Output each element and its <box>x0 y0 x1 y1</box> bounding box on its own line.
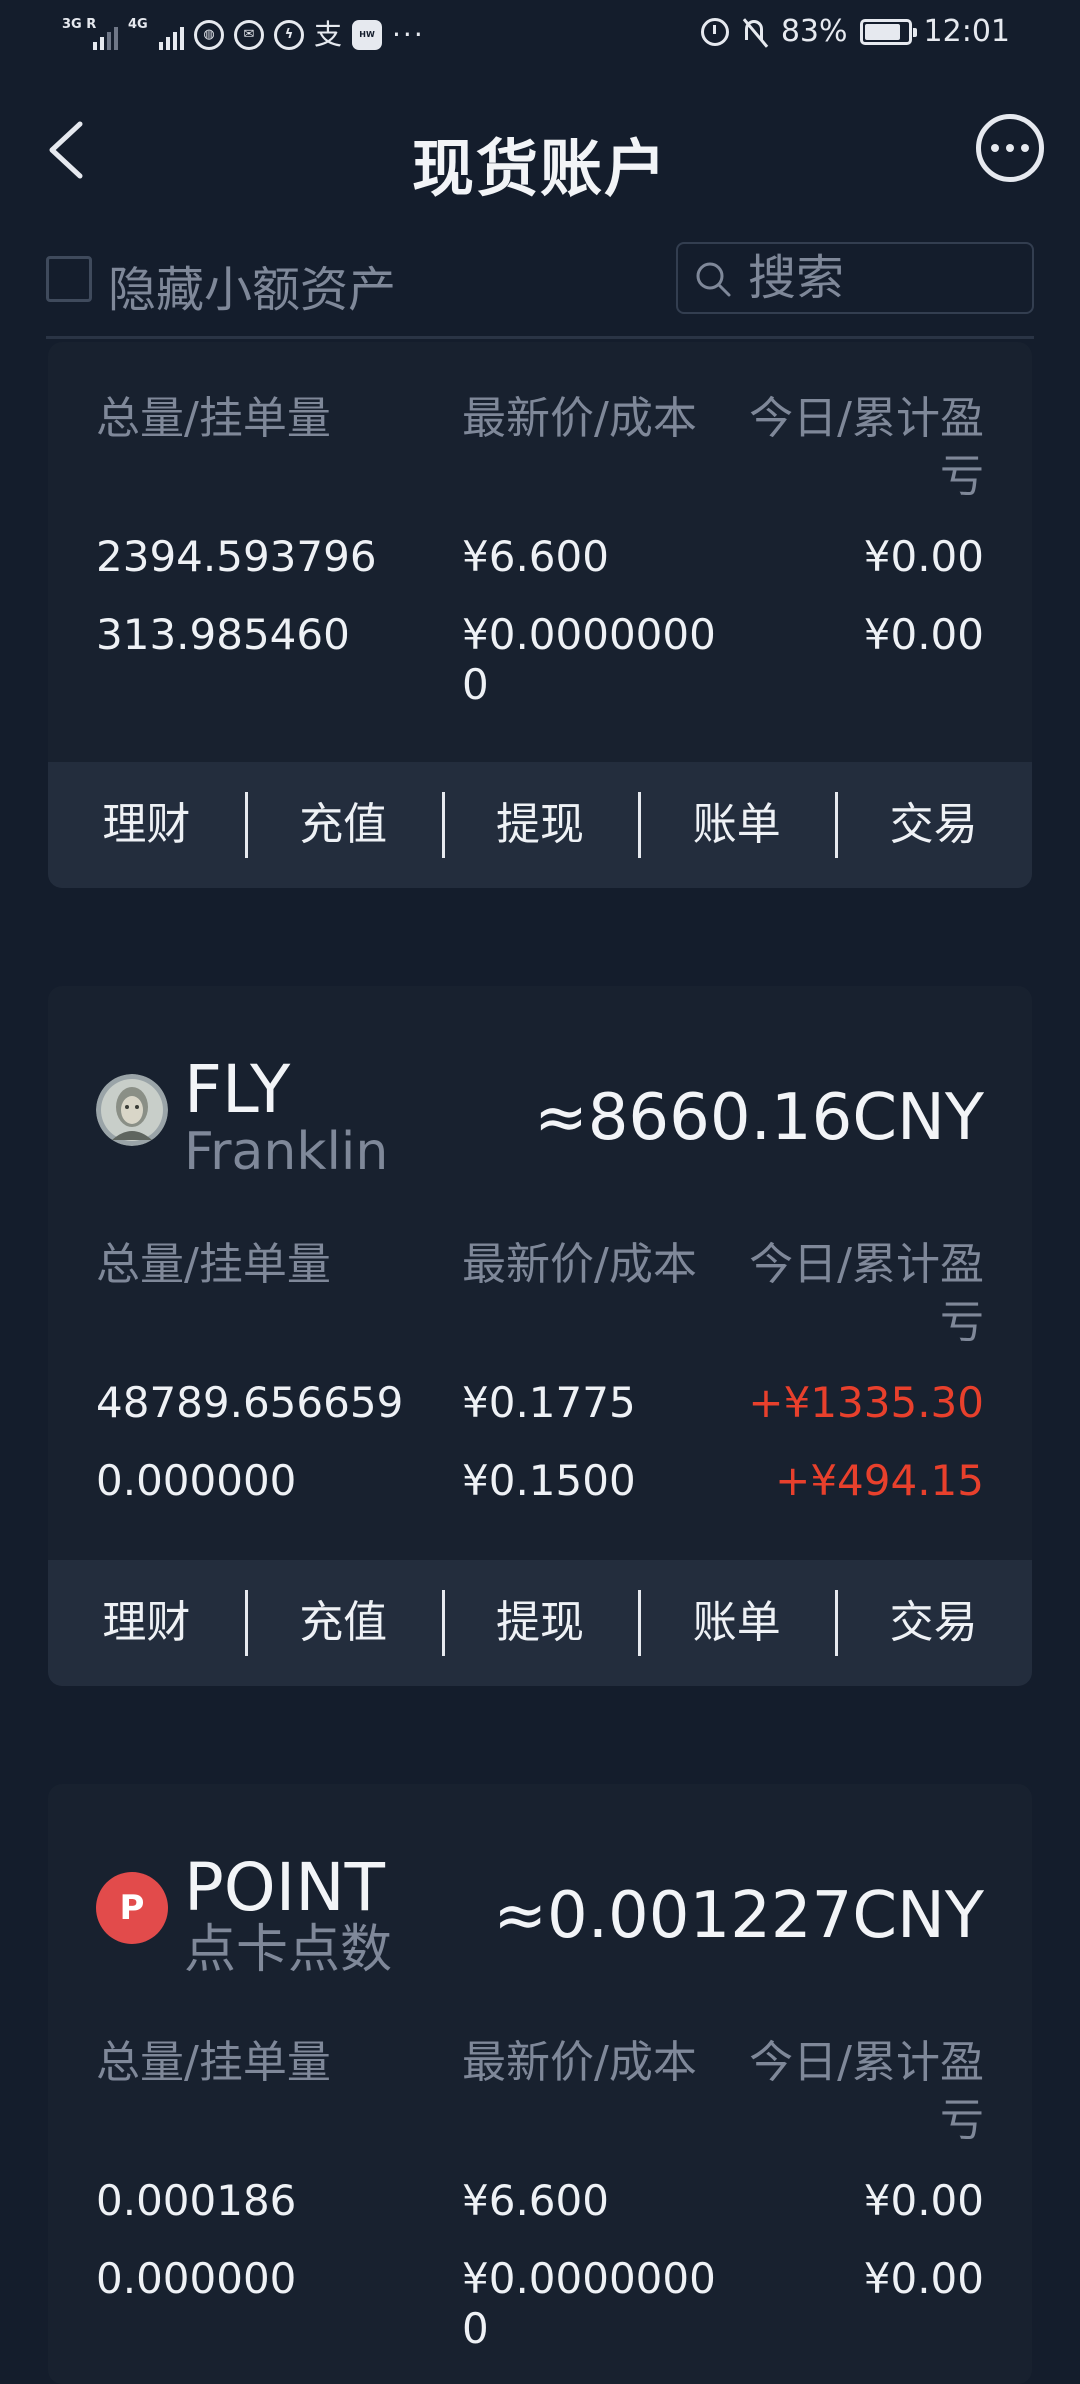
deposit-button[interactable]: 充值 <box>244 1590 442 1656</box>
price-latest: ¥0.1775 <box>462 1378 636 1427</box>
more-options-icon[interactable] <box>976 114 1044 182</box>
asset-header: FLY Franklin ≈8660.16CNY <box>96 1050 984 1182</box>
coin-name: Franklin <box>184 1122 389 1182</box>
header: 现货账户 <box>0 96 1080 206</box>
wealth-button[interactable]: 理财 <box>48 1590 245 1656</box>
search-box[interactable] <box>676 242 1034 314</box>
price-latest: ¥6.600 <box>462 2176 609 2225</box>
network-type-1: 3G R <box>62 17 97 32</box>
search-icon <box>696 262 731 297</box>
alipay-app-icon: 支 <box>314 18 343 51</box>
pnl-today: ¥0.00 <box>863 532 984 581</box>
coin-cny-value: ≈8660.16CNY <box>534 1081 984 1155</box>
column-header-amount: 总量/挂单量 <box>96 393 331 444</box>
action-bar: 理财 充值 提现 账单 交易 <box>48 762 1032 888</box>
amount-pending: 0.000000 <box>96 1456 297 1505</box>
asset-card: 总量/挂单量 最新价/成本 今日/累计盈亏 2394.593796 ¥6.600… <box>48 342 1032 888</box>
price-cost: ¥0.00000000 <box>462 2254 716 2353</box>
column-header-price: 最新价/成本 <box>462 2037 697 2088</box>
huawei-app-icon: HW <box>352 20 383 50</box>
network-type-2: 4G <box>128 17 148 32</box>
asset-header: P POINT 点卡点数 ≈0.001227CNY <box>96 1848 984 1980</box>
search-input[interactable] <box>748 246 1018 310</box>
coin-symbol: FLY <box>184 1051 291 1128</box>
battery-percent: 83% <box>780 14 848 49</box>
status-right: 83% 12:01 <box>700 14 1010 49</box>
price-latest: ¥6.600 <box>462 532 609 581</box>
pnl-total: +¥494.15 <box>775 1456 984 1505</box>
action-bar: 理财 充值 提现 账单 交易 <box>48 1560 1032 1686</box>
pnl-today: +¥1335.30 <box>748 1378 984 1427</box>
alarm-icon <box>700 17 729 46</box>
amount-total: 48789.656659 <box>96 1378 404 1427</box>
column-header-pnl: 今日/累计盈亏 <box>749 2037 984 2146</box>
withdraw-button[interactable]: 提现 <box>441 1590 639 1656</box>
signal-4g-icon: 4G <box>128 18 184 52</box>
column-header-price: 最新价/成本 <box>462 1239 697 1290</box>
amount-total: 2394.593796 <box>96 532 377 581</box>
deposit-button[interactable]: 充值 <box>244 792 442 858</box>
mute-bell-icon <box>741 17 769 47</box>
bills-button[interactable]: 账单 <box>638 792 835 858</box>
amount-pending: 0.000000 <box>96 2254 297 2303</box>
amount-total: 0.000186 <box>96 2176 297 2225</box>
coin-symbol: POINT <box>184 1849 385 1926</box>
asset-card-point[interactable]: P POINT 点卡点数 ≈0.001227CNY 总量/挂单量 最新价/成本 … <box>48 1784 1032 2384</box>
filter-divider <box>46 336 1034 339</box>
price-cost: ¥0.00000000 <box>462 610 716 709</box>
more-notifications-icon: ··· <box>392 18 425 51</box>
status-left: 3G R 4G ◍ ✉ ϟ 支 HW ··· <box>62 18 425 52</box>
page-title: 现货账户 <box>411 132 668 205</box>
messenger-app-icon: ϟ <box>274 20 304 50</box>
pnl-total: ¥0.00 <box>863 2254 984 2303</box>
asset-card-fly[interactable]: FLY Franklin ≈8660.16CNY 总量/挂单量 最新价/成本 今… <box>48 986 1032 1686</box>
bills-button[interactable]: 账单 <box>638 1590 835 1656</box>
column-header-pnl: 今日/累计盈亏 <box>749 393 984 502</box>
coin-name: 点卡点数 <box>184 1920 393 1980</box>
wechat-app-icon: ✉ <box>234 20 264 50</box>
franklin-coin-icon <box>96 1074 168 1146</box>
coin-cny-value: ≈0.001227CNY <box>493 1879 984 1953</box>
hide-small-assets-checkbox[interactable] <box>46 256 92 302</box>
column-header-pnl: 今日/累计盈亏 <box>749 1239 984 1348</box>
price-cost: ¥0.1500 <box>462 1456 636 1505</box>
hide-small-assets-label[interactable]: 隐藏小额资产 <box>108 250 396 320</box>
column-header-amount: 总量/挂单量 <box>96 1239 331 1290</box>
withdraw-button[interactable]: 提现 <box>441 792 639 858</box>
battery-icon <box>859 18 917 45</box>
status-time: 12:01 <box>923 14 1010 49</box>
battery-level <box>864 23 900 40</box>
wealth-button[interactable]: 理财 <box>48 792 245 858</box>
point-icon-letter: P <box>119 1888 145 1928</box>
column-header-price: 最新价/成本 <box>462 393 697 444</box>
browser-app-icon: ◍ <box>194 20 224 50</box>
trade-button[interactable]: 交易 <box>835 1590 1032 1656</box>
pnl-today: ¥0.00 <box>863 2176 984 2225</box>
signal-3g-icon: 3G R <box>62 18 118 52</box>
status-bar: 3G R 4G ◍ ✉ ϟ 支 HW ··· 83% 12:01 <box>0 0 1080 72</box>
amount-pending: 313.985460 <box>96 610 350 659</box>
trade-button[interactable]: 交易 <box>835 792 1032 858</box>
point-coin-icon: P <box>96 1872 168 1944</box>
filter-bar: 隐藏小额资产 <box>0 238 1080 338</box>
pnl-total: ¥0.00 <box>863 610 984 659</box>
column-header-amount: 总量/挂单量 <box>96 2037 331 2088</box>
